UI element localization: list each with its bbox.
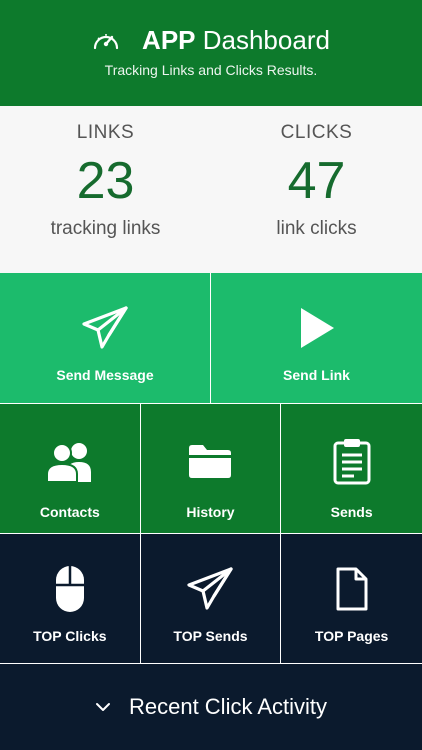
tile-row-primary: Send Message Send Link <box>0 273 422 404</box>
recent-click-activity-toggle[interactable]: Recent Click Activity <box>0 664 422 750</box>
contacts-button[interactable]: Contacts <box>0 404 141 534</box>
send-link-button[interactable]: Send Link <box>211 273 422 404</box>
links-stat-desc: tracking links <box>50 218 161 239</box>
links-stat-label: LINKS <box>76 122 135 143</box>
tile-row-top: TOP Clicks TOP Sends TOP Pages <box>0 534 422 664</box>
users-icon <box>45 436 95 486</box>
clicks-stat-label: CLICKS <box>280 122 353 143</box>
send-message-button[interactable]: Send Message <box>0 273 211 404</box>
dashboard-app: APP Dashboard Tracking Links and Clicks … <box>0 0 422 750</box>
links-stat-value: 23 <box>76 152 135 210</box>
paper-plane-icon <box>81 303 129 353</box>
top-sends-label: TOP Sends <box>173 628 248 644</box>
page-title-app: APP <box>142 25 196 55</box>
play-icon <box>297 303 337 353</box>
stats-panel: LINKS 23 tracking links CLICKS 47 link c… <box>0 106 422 273</box>
top-pages-button[interactable]: TOP Pages <box>281 534 422 664</box>
history-label: History <box>186 504 235 520</box>
recent-click-activity-label: Recent Click Activity <box>128 694 328 719</box>
mouse-icon <box>54 564 86 614</box>
top-sends-button[interactable]: TOP Sends <box>140 534 282 664</box>
app-header: APP Dashboard Tracking Links and Clicks … <box>0 0 422 106</box>
page-title: APP Dashboard <box>142 24 330 56</box>
file-icon <box>335 564 369 614</box>
sends-button[interactable]: Sends <box>281 404 422 534</box>
top-pages-label: TOP Pages <box>314 628 389 644</box>
top-clicks-label: TOP Clicks <box>33 628 107 644</box>
page-subtitle: Tracking Links and Clicks Results. <box>104 62 318 78</box>
folder-icon <box>187 436 233 486</box>
top-clicks-button[interactable]: TOP Clicks <box>0 534 141 664</box>
history-button[interactable]: History <box>140 404 282 534</box>
chevron-down-icon <box>95 703 110 711</box>
send-link-label: Send Link <box>283 367 350 383</box>
clicks-stat-desc: link clicks <box>276 218 357 239</box>
paper-plane-icon <box>186 564 234 614</box>
sends-label: Sends <box>330 504 373 520</box>
header-title-row: APP Dashboard <box>0 24 422 56</box>
contacts-label: Contacts <box>39 504 100 520</box>
tile-row-secondary: Contacts History Sends <box>0 404 422 534</box>
send-message-label: Send Message <box>56 367 154 383</box>
page-title-rest: Dashboard <box>195 25 330 55</box>
gauge-icon <box>93 34 119 50</box>
links-stat: LINKS 23 tracking links <box>0 106 211 273</box>
clipboard-icon <box>332 436 372 486</box>
clicks-stat-value: 47 <box>287 152 346 210</box>
clicks-stat: CLICKS 47 link clicks <box>211 106 422 273</box>
